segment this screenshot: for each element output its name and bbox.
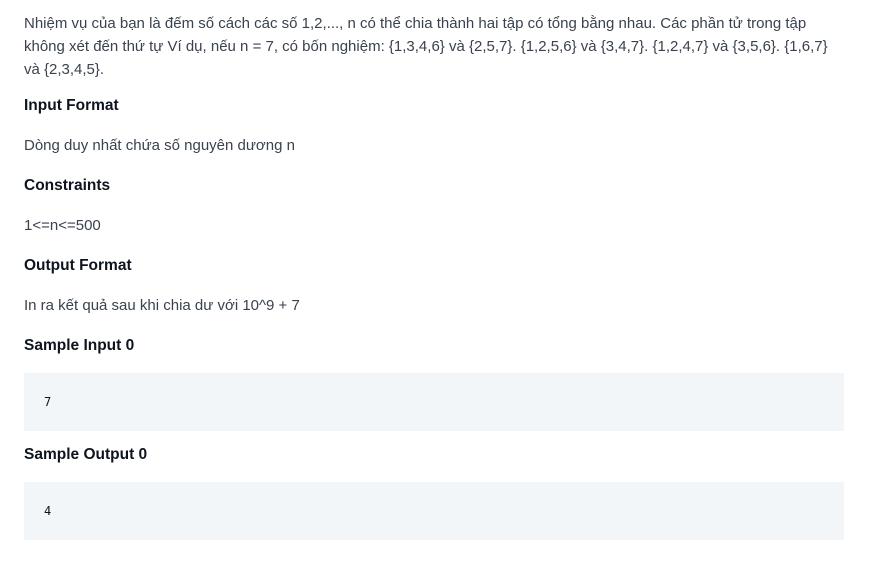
sample-output-code: 4	[44, 504, 52, 518]
problem-statement: Nhiệm vụ của bạn là đếm số cách các số 1…	[24, 15, 828, 78]
output-format-text: In ra kết quả sau khi chia dư với 10^9 +…	[24, 297, 300, 314]
constraints-text: 1<=n<=500	[24, 217, 101, 234]
sample-output-code-block[interactable]: 4	[24, 482, 844, 540]
input-format-text: Dòng duy nhất chứa số nguyên dương n	[24, 137, 295, 154]
problem-content: Nhiệm vụ của bạn là đếm số cách các số 1…	[24, 12, 844, 540]
constraints-heading: Constraints	[24, 177, 111, 194]
sample-input-heading: Sample Input 0	[24, 337, 135, 354]
input-format-heading: Input Format	[24, 97, 119, 114]
sample-output-heading: Sample Output 0	[24, 446, 148, 463]
output-format-heading: Output Format	[24, 257, 132, 274]
sample-input-code: 7	[44, 395, 52, 409]
sample-input-code-block[interactable]: 7	[24, 373, 844, 431]
